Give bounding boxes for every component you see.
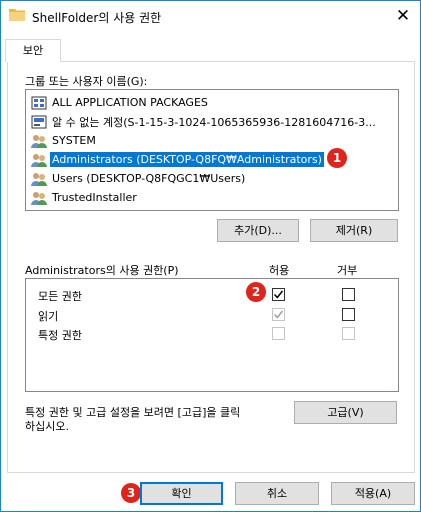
allow-full-control-checkbox[interactable] [272,288,285,301]
deny-full-control-checkbox[interactable] [342,288,355,301]
unknown-account-icon [31,115,47,128]
list-item-label: TrustedInstaller [52,191,137,204]
deny-read-checkbox[interactable] [342,308,355,321]
check-icon [273,290,284,299]
advanced-button[interactable]: 고급(V) [294,401,397,424]
allow-special-checkbox [272,327,285,340]
window-title: ShellFolder의 사용 권한 [32,11,162,25]
list-item[interactable]: Users (DESKTOP-Q8FQGC1₩Users) [26,169,398,188]
apply-button[interactable]: 적용(A) [331,482,415,505]
deny-column-header: 거부 [337,264,358,277]
check-icon [273,310,284,319]
remove-button[interactable]: 제거(R) [310,219,398,242]
groups-label: 그룹 또는 사용자 이름(G): [25,75,148,88]
close-button[interactable]: ✕ [386,1,420,31]
permissions-dialog: ShellFolder의 사용 권한 ✕ 보안 그룹 또는 사용자 이름(G):… [0,0,421,512]
allow-read-checkbox [272,308,285,321]
tab-security[interactable]: 보안 [5,39,61,62]
list-item-label: ALL APPLICATION PACKAGES [52,96,208,109]
allow-column-header: 허용 [269,264,290,277]
permission-name: 읽기 [38,310,59,323]
step-badge-3: 3 [121,483,141,503]
title-bar: ShellFolder의 사용 권한 ✕ [1,1,420,31]
list-item[interactable]: ALL APPLICATION PACKAGES [26,93,398,112]
folder-icon [9,9,25,21]
users-icon [31,134,47,148]
step-badge-2: 2 [246,282,266,302]
list-item[interactable]: SYSTEM [26,131,398,150]
cancel-button[interactable]: 취소 [235,482,319,505]
list-item[interactable]: 알 수 없는 계정(S-1-15-3-1024-1065365936-12816… [26,112,398,131]
permission-name: 모든 권한 [38,290,82,303]
permission-name: 특정 권한 [38,329,82,342]
close-icon: ✕ [395,6,411,26]
users-icon [31,191,47,205]
permissions-label: Administrators의 사용 권한(P) [25,264,179,277]
advanced-hint-line2: 하십시오. [25,420,69,433]
ok-button[interactable]: 확인 [140,482,223,505]
app-packages-icon [31,96,47,109]
users-icon [31,172,47,186]
list-item-label: SYSTEM [52,134,96,147]
list-item-label: Administrators (DESKTOP-Q8FQ₩Administrat… [50,152,324,167]
users-icon [31,153,47,167]
list-item[interactable]: TrustedInstaller [26,188,398,207]
list-item-label: 알 수 없는 계정(S-1-15-3-1024-1065365936-12816… [52,115,376,129]
add-button[interactable]: 추가(D)... [217,219,299,242]
list-item-label: Users (DESKTOP-Q8FQGC1₩Users) [52,172,246,185]
deny-special-checkbox [342,327,355,340]
step-badge-1: 1 [327,148,347,168]
